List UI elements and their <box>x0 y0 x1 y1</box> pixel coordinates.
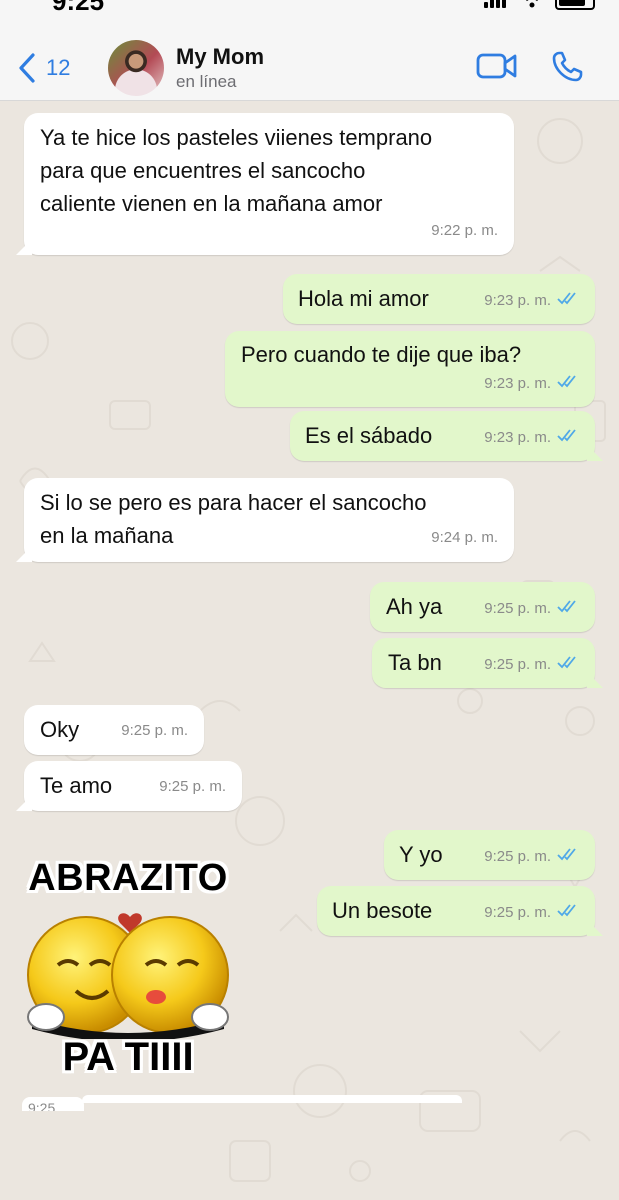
message-time: 9:25 p. m. <box>484 896 579 929</box>
read-receipt-icon <box>557 648 579 681</box>
sticker-message[interactable]: ABRAZITO PA TIIII <box>18 857 238 1082</box>
message-text: Ta bn <box>388 650 442 675</box>
chat-header: 12 My Mom en línea <box>0 22 619 101</box>
message-time: 9:23 p. m. <box>484 367 579 400</box>
message-text: Pero cuando te dije que iba? <box>241 342 522 367</box>
message-time: 9:22 p. m. <box>431 222 498 239</box>
message-text: Es el sábado <box>305 423 433 448</box>
read-receipt-icon <box>557 896 579 929</box>
avatar[interactable] <box>108 40 164 96</box>
status-time: 9:25 <box>52 0 105 16</box>
read-receipt-icon <box>557 421 579 454</box>
signal-icon <box>496 0 501 8</box>
message-bubble-outgoing[interactable]: Ah ya 9:25 p. m. <box>370 582 595 632</box>
signal-icon <box>502 0 507 8</box>
read-receipt-icon <box>557 592 579 625</box>
message-bubble-outgoing[interactable]: Pero cuando te dije que iba? 9:23 p. m. <box>225 331 595 407</box>
message-bubble-incoming[interactable]: Oky 9:25 p. m. <box>24 705 204 755</box>
message-text: Hola mi amor <box>298 286 429 311</box>
contact-status: en línea <box>176 72 237 91</box>
message-bubble-outgoing[interactable]: Hola mi amor 9:23 p. m. <box>283 274 595 324</box>
message-time: 9:25 p. m. <box>484 592 579 625</box>
message-text: caliente vienen en la mañana amor <box>40 191 383 216</box>
message-bubble-incoming[interactable]: Te amo 9:25 p. m. <box>24 761 242 811</box>
message-bubble-incoming[interactable]: Si lo se pero es para hacer el sancocho … <box>24 478 514 562</box>
message-text: Te amo <box>40 773 113 798</box>
message-text: en la mañana <box>40 523 174 548</box>
read-receipt-icon <box>557 367 579 400</box>
message-bubble-outgoing[interactable]: Y yo 9:25 p. m. <box>384 830 595 880</box>
message-time: 9:25 p. m. <box>484 840 579 873</box>
status-icons <box>484 0 595 10</box>
sticker-time: 9:25 <box>22 1097 84 1111</box>
battery-icon <box>555 0 595 10</box>
message-bubble-incoming[interactable]: Ya te hice los pasteles viienes temprano… <box>24 113 514 255</box>
message-time: 9:24 p. m. <box>431 529 498 546</box>
sticker-top-text: ABRAZITO <box>28 857 228 899</box>
message-text: Ah ya <box>386 594 443 619</box>
unread-count: 12 <box>46 55 71 80</box>
message-time: 9:25 p. m. <box>159 778 226 795</box>
message-bubble-outgoing[interactable]: Ta bn 9:25 p. m. <box>372 638 595 688</box>
signal-icon <box>490 0 495 8</box>
status-bar: 9:25 <box>0 0 619 22</box>
video-call-icon[interactable] <box>476 52 518 85</box>
message-text: Oky <box>40 717 80 742</box>
signal-icon <box>484 2 489 8</box>
read-receipt-icon <box>557 840 579 873</box>
message-time: 9:23 p. m. <box>484 284 579 317</box>
phone-call-icon[interactable] <box>550 50 584 89</box>
message-bubble-outgoing[interactable]: Es el sábado 9:23 p. m. <box>290 411 595 461</box>
message-text: Si lo se pero es para hacer el sancocho <box>40 490 427 515</box>
sticker-bottom-text: PA TIIII <box>62 1035 194 1079</box>
message-text: para que encuentres el sancocho <box>40 158 366 183</box>
message-time: 9:25 p. m. <box>121 722 188 739</box>
message-bubble-outgoing[interactable]: Un besote 9:25 p. m. <box>317 886 595 936</box>
chevron-left-icon <box>19 53 35 83</box>
message-text: Ya te hice los pasteles viienes temprano <box>40 125 433 150</box>
wifi-icon <box>521 0 543 13</box>
message-text: Un besote <box>332 898 433 923</box>
next-message-bubble <box>82 1095 462 1103</box>
hugging-emoji-icon <box>27 913 229 1039</box>
back-button[interactable]: 12 <box>18 48 70 88</box>
message-text: Y yo <box>399 842 443 867</box>
contact-name[interactable]: My Mom <box>176 44 264 70</box>
read-receipt-icon <box>557 284 579 317</box>
message-time: 9:23 p. m. <box>484 421 579 454</box>
message-time: 9:25 p. m. <box>484 648 579 681</box>
